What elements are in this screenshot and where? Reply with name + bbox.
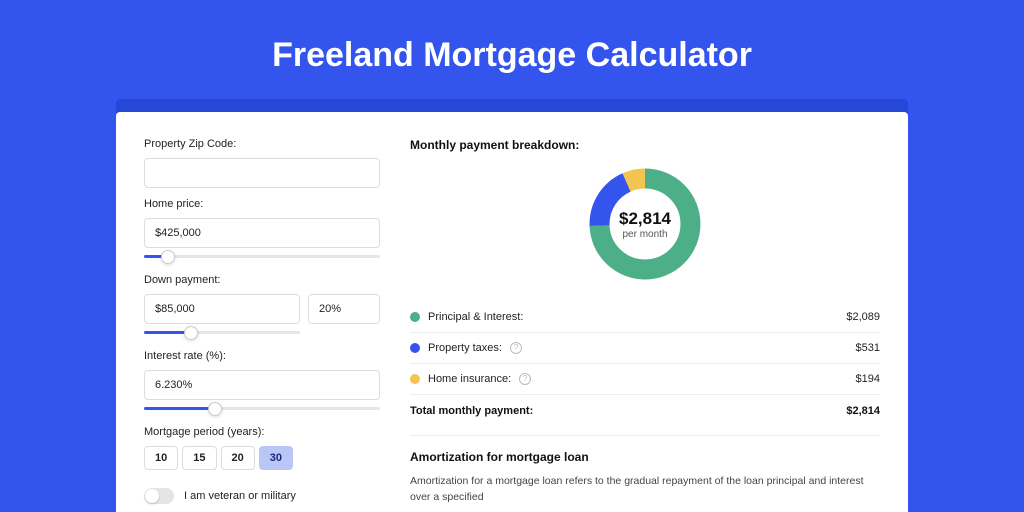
- breakdown-title: Monthly payment breakdown:: [410, 138, 880, 152]
- donut-amount: $2,814: [619, 209, 671, 229]
- price-field: Home price:: [144, 198, 380, 248]
- down-pct-input[interactable]: [308, 294, 380, 324]
- dot-icon: [410, 343, 420, 353]
- period-15[interactable]: 15: [182, 446, 216, 470]
- calculator-card: Property Zip Code: Home price: Down paym…: [116, 112, 908, 512]
- rate-field: Interest rate (%):: [144, 350, 380, 400]
- legend-value: $2,089: [846, 311, 880, 323]
- price-slider-thumb[interactable]: [161, 250, 175, 264]
- period-10[interactable]: 10: [144, 446, 178, 470]
- rate-label: Interest rate (%):: [144, 350, 380, 362]
- zip-label: Property Zip Code:: [144, 138, 380, 150]
- card-shadow: Property Zip Code: Home price: Down paym…: [116, 99, 908, 512]
- legend-value: $531: [856, 342, 880, 354]
- down-slider-thumb[interactable]: [184, 326, 198, 340]
- total-label: Total monthly payment:: [410, 405, 533, 417]
- legend-principal: Principal & Interest: $2,089: [410, 302, 880, 333]
- veteran-label: I am veteran or military: [184, 490, 296, 502]
- period-label: Mortgage period (years):: [144, 426, 380, 438]
- legend-label: Property taxes:: [428, 342, 502, 354]
- dot-icon: [410, 312, 420, 322]
- donut-chart: $2,814 per month: [585, 164, 705, 284]
- page-title: Freeland Mortgage Calculator: [0, 0, 1024, 99]
- down-field: Down payment:: [144, 274, 380, 324]
- breakdown-panel: Monthly payment breakdown: $2,814 per mo…: [410, 138, 880, 512]
- help-icon[interactable]: ?: [510, 342, 522, 354]
- legend-value: $194: [856, 373, 880, 385]
- price-label: Home price:: [144, 198, 380, 210]
- legend-label: Principal & Interest:: [428, 311, 523, 323]
- rate-input[interactable]: [144, 370, 380, 400]
- down-label: Down payment:: [144, 274, 380, 286]
- legend-taxes: Property taxes: ? $531: [410, 333, 880, 364]
- rate-slider[interactable]: [144, 407, 380, 410]
- period-30[interactable]: 30: [259, 446, 293, 470]
- help-icon[interactable]: ?: [519, 373, 531, 385]
- amort-text: Amortization for a mortgage loan refers …: [410, 474, 880, 506]
- legend-label: Home insurance:: [428, 373, 511, 385]
- period-20[interactable]: 20: [221, 446, 255, 470]
- veteran-toggle[interactable]: [144, 488, 174, 504]
- price-input[interactable]: [144, 218, 380, 248]
- zip-field: Property Zip Code:: [144, 138, 380, 188]
- legend-insurance: Home insurance: ? $194: [410, 364, 880, 395]
- period-options: 10 15 20 30: [144, 446, 380, 470]
- zip-input[interactable]: [144, 158, 380, 188]
- dot-icon: [410, 374, 420, 384]
- donut-wrap: $2,814 per month: [410, 164, 880, 284]
- total-value: $2,814: [846, 405, 880, 417]
- down-slider[interactable]: [144, 331, 300, 334]
- veteran-row: I am veteran or military: [144, 488, 380, 504]
- donut-sub: per month: [622, 229, 667, 240]
- amort-title: Amortization for mortgage loan: [410, 435, 880, 464]
- price-slider[interactable]: [144, 255, 380, 258]
- legend-total: Total monthly payment: $2,814: [410, 395, 880, 435]
- rate-slider-thumb[interactable]: [208, 402, 222, 416]
- inputs-panel: Property Zip Code: Home price: Down paym…: [144, 138, 380, 512]
- down-amount-input[interactable]: [144, 294, 300, 324]
